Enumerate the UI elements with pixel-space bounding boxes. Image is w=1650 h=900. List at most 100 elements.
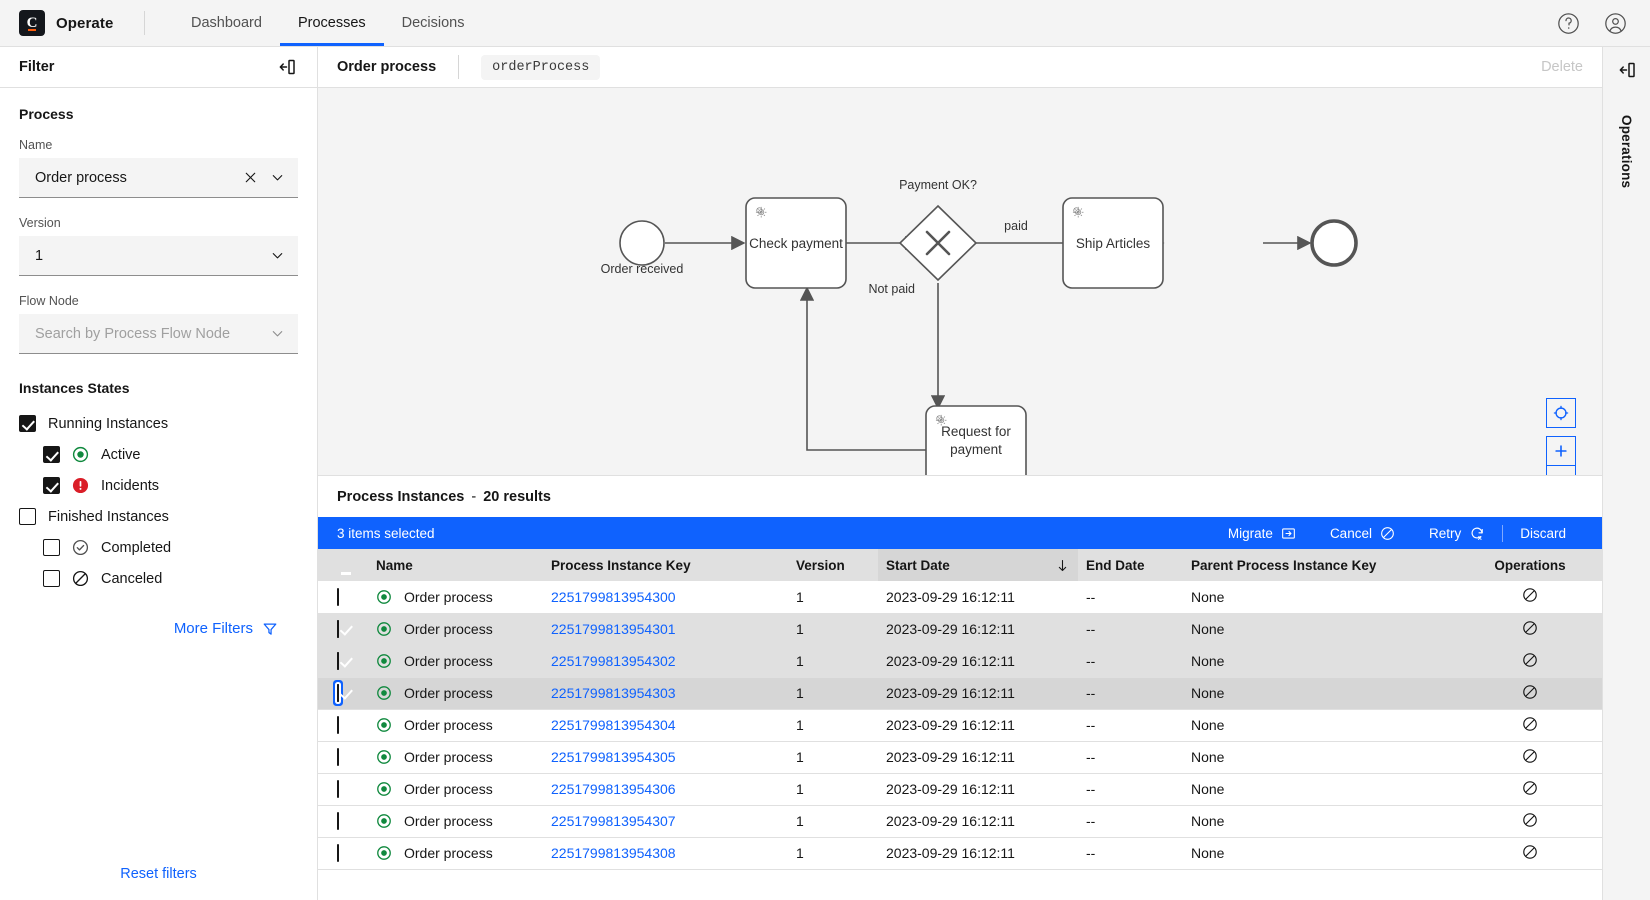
retry-button[interactable]: Retry: [1412, 525, 1502, 541]
chevron-down-icon[interactable]: [268, 169, 286, 187]
checkbox-completed[interactable]: Completed: [19, 532, 298, 563]
panel-collapse-icon[interactable]: [1616, 59, 1638, 81]
row-select-cell: [318, 645, 368, 677]
table-row[interactable]: Order process225179981395430312023-09-29…: [318, 677, 1602, 709]
cell-operations: [1458, 805, 1602, 837]
checkbox-box[interactable]: [19, 508, 36, 525]
instances-results-count: 20 results: [483, 489, 551, 505]
row-checkbox[interactable]: [337, 748, 339, 766]
row-checkbox[interactable]: [337, 780, 339, 798]
active-icon: [376, 813, 392, 829]
table-row[interactable]: Order process225179981395430612023-09-29…: [318, 773, 1602, 805]
process-instance-key-link[interactable]: 2251799813954300: [551, 589, 676, 605]
table-row[interactable]: Order process225179981395430212023-09-29…: [318, 645, 1602, 677]
table-head: Name Process Instance Key Version Start …: [318, 549, 1602, 581]
cell-parent-key: None: [1183, 741, 1458, 773]
canceled-icon[interactable]: [1522, 587, 1538, 603]
panel-collapse-icon[interactable]: [276, 56, 298, 78]
process-instance-key-link[interactable]: 2251799813954306: [551, 781, 676, 797]
column-header-parent-process-instance-key[interactable]: Parent Process Instance Key: [1183, 549, 1458, 581]
zoom-in-button[interactable]: [1546, 436, 1576, 466]
nav-item-dashboard[interactable]: Dashboard: [173, 0, 280, 46]
checkbox-box[interactable]: [43, 539, 60, 556]
table-row[interactable]: Order process225179981395430812023-09-29…: [318, 837, 1602, 869]
table-row[interactable]: Order process225179981395430012023-09-29…: [318, 581, 1602, 613]
migrate-button[interactable]: Migrate: [1211, 526, 1313, 541]
cell-version: 1: [788, 773, 878, 805]
checkbox-active[interactable]: Active: [19, 439, 298, 470]
nav-item-processes[interactable]: Processes: [280, 0, 384, 46]
active-icon: [72, 446, 89, 463]
checkbox-label: Completed: [101, 540, 171, 556]
checkbox-finished-instances[interactable]: Finished Instances: [19, 501, 298, 532]
row-checkbox[interactable]: [337, 684, 339, 702]
more-filters-button[interactable]: More Filters: [19, 620, 298, 637]
user-avatar-icon[interactable]: [1603, 11, 1628, 36]
nav-item-decisions[interactable]: Decisions: [384, 0, 483, 46]
discard-button[interactable]: Discard: [1503, 526, 1583, 541]
checkbox-running-instances[interactable]: Running Instances: [19, 408, 298, 439]
row-name-text: Order process: [404, 685, 493, 701]
chevron-down-icon[interactable]: [268, 325, 286, 343]
flow-node-select[interactable]: Search by Process Flow Node: [19, 314, 298, 354]
reset-filters-button[interactable]: Reset filters: [0, 866, 317, 882]
page-title: Order process: [337, 59, 436, 75]
row-checkbox[interactable]: [337, 812, 339, 830]
process-instance-key-link[interactable]: 2251799813954307: [551, 813, 676, 829]
canceled-icon[interactable]: [1522, 844, 1538, 860]
column-header-start-date[interactable]: Start Date: [878, 549, 1078, 581]
row-checkbox[interactable]: [337, 652, 339, 670]
column-header-version[interactable]: Version: [788, 549, 878, 581]
row-name-text: Order process: [404, 749, 493, 765]
cell-end-date: --: [1078, 805, 1183, 837]
process-version-value: 1: [35, 248, 268, 264]
canceled-icon[interactable]: [1522, 748, 1538, 764]
filter-icon: [262, 621, 278, 637]
checkbox-box[interactable]: [43, 570, 60, 587]
row-checkbox[interactable]: [337, 588, 339, 606]
checkbox-box[interactable]: [43, 446, 60, 463]
table-row[interactable]: Order process225179981395430112023-09-29…: [318, 613, 1602, 645]
delete-button[interactable]: Delete: [1541, 59, 1583, 75]
clear-icon[interactable]: [241, 169, 259, 187]
label-request-for-payment: Request for: [941, 424, 1011, 439]
row-checkbox[interactable]: [337, 844, 339, 862]
column-header-process-instance-key[interactable]: Process Instance Key: [543, 549, 788, 581]
canceled-icon[interactable]: [1522, 652, 1538, 668]
table-row[interactable]: Order process225179981395430712023-09-29…: [318, 805, 1602, 837]
process-name-select[interactable]: Order process: [19, 158, 298, 198]
brand[interactable]: C Operate: [0, 10, 140, 36]
reset-zoom-button[interactable]: [1546, 398, 1576, 428]
canceled-icon[interactable]: [1522, 620, 1538, 636]
active-icon: [376, 749, 392, 765]
row-select-cell: [318, 773, 368, 805]
canceled-icon[interactable]: [1522, 812, 1538, 828]
center-column: Order process orderProcess Delete: [318, 47, 1602, 900]
process-version-select[interactable]: 1: [19, 236, 298, 276]
row-checkbox[interactable]: [337, 716, 339, 734]
chevron-down-icon[interactable]: [268, 247, 286, 265]
table-row[interactable]: Order process225179981395430412023-09-29…: [318, 709, 1602, 741]
help-icon[interactable]: [1556, 11, 1581, 36]
start-event-shape: [620, 221, 664, 265]
checkbox-box[interactable]: [19, 415, 36, 432]
process-instance-key-link[interactable]: 2251799813954301: [551, 621, 676, 637]
table-row[interactable]: Order process225179981395430512023-09-29…: [318, 741, 1602, 773]
column-header-name[interactable]: Name: [368, 549, 543, 581]
process-instance-key-link[interactable]: 2251799813954302: [551, 653, 676, 669]
process-instance-key-link[interactable]: 2251799813954303: [551, 685, 676, 701]
row-checkbox[interactable]: [337, 620, 339, 638]
bpmn-diagram[interactable]: Order received Check payment Payment OK?…: [318, 88, 1602, 476]
process-instance-key-link[interactable]: 2251799813954304: [551, 717, 676, 733]
checkbox-box[interactable]: [43, 477, 60, 494]
checkbox-incidents[interactable]: Incidents: [19, 470, 298, 501]
process-instance-key-link[interactable]: 2251799813954308: [551, 845, 676, 861]
checkbox-canceled[interactable]: Canceled: [19, 563, 298, 594]
canceled-icon[interactable]: [1522, 780, 1538, 796]
column-header-end-date[interactable]: End Date: [1078, 549, 1183, 581]
cancel-button[interactable]: Cancel: [1313, 526, 1412, 541]
canceled-icon[interactable]: [1522, 684, 1538, 700]
canceled-icon[interactable]: [1522, 716, 1538, 732]
process-instance-key-link[interactable]: 2251799813954305: [551, 749, 676, 765]
zoom-out-button[interactable]: [1546, 466, 1576, 476]
